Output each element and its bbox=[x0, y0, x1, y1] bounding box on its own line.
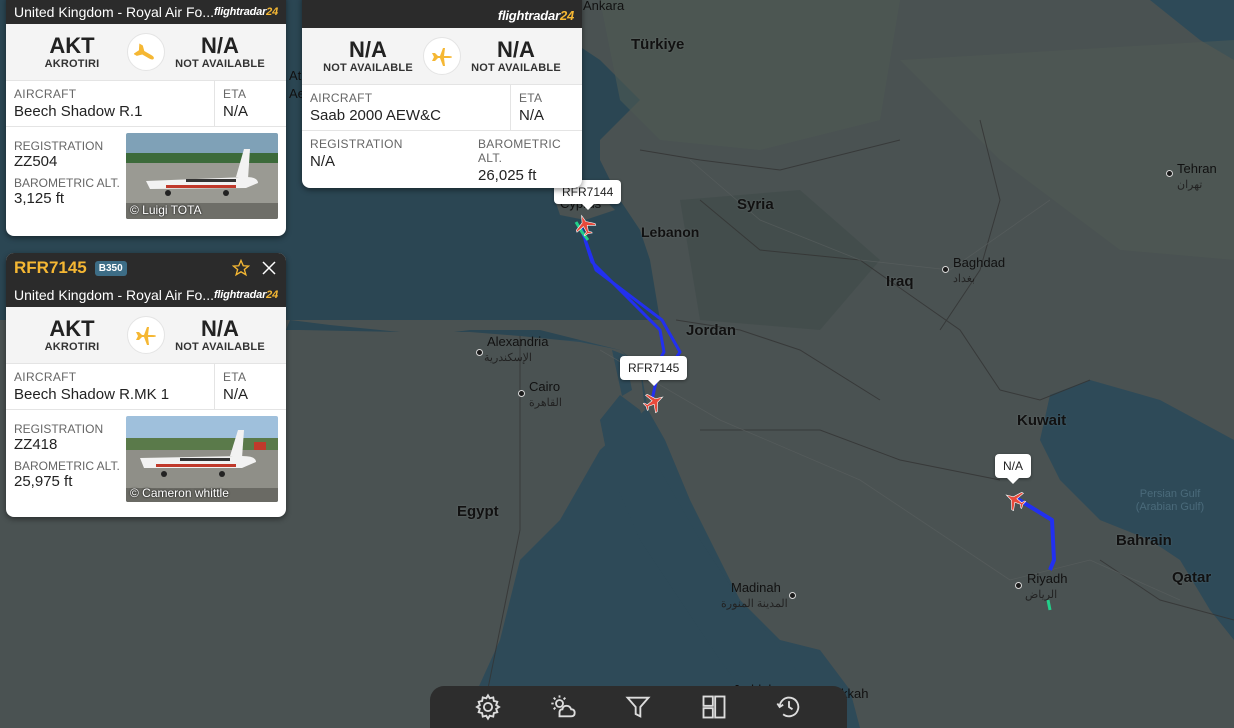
map-label-turkiye: Türkiye bbox=[631, 36, 685, 53]
flightradar24-logo: flightradar24 bbox=[213, 289, 278, 301]
card-header: flightradar24 bbox=[302, 0, 582, 28]
operator-name: United Kingdom - Royal Air Fo... bbox=[14, 287, 214, 303]
city-dot-tehran bbox=[1166, 170, 1173, 177]
card-header: RFR7145 B350 United Kingdom - Royal Air … bbox=[6, 253, 286, 307]
plane-enroute-icon bbox=[127, 316, 165, 354]
map-label-cairo-ar: القاهرة bbox=[529, 397, 562, 409]
map-label-riyadh: Riyadh bbox=[1027, 571, 1068, 586]
aircraft-value: Beech Shadow R.MK 1 bbox=[14, 386, 170, 403]
altitude-value: 25,975 ft bbox=[14, 473, 73, 490]
aircraft-type-badge: B350 bbox=[94, 260, 127, 276]
close-icon[interactable] bbox=[260, 259, 278, 282]
city-dot-riyadh bbox=[1015, 582, 1022, 589]
map-label-fragment-at: At bbox=[289, 68, 302, 83]
origin-airport[interactable]: N/A NOT AVAILABLE bbox=[318, 38, 418, 75]
registration-alt-block: REGISTRATION ZZ504 BAROMETRIC ALT. 3,125… bbox=[14, 133, 126, 219]
filter-icon[interactable] bbox=[620, 689, 656, 725]
route-summary: AKT AKROTIRI N/A NOT AVAILABLE bbox=[6, 24, 286, 81]
photo-credit: © Luigi TOTA bbox=[130, 203, 202, 217]
card-header: United Kingdom - Royal Air Fo... flightr… bbox=[6, 0, 286, 24]
registration-alt-block: REGISTRATION ZZ418 BAROMETRIC ALT. 25,97… bbox=[14, 416, 126, 502]
eta-field: ETA N/A bbox=[214, 364, 286, 409]
origin-airport[interactable]: AKT AKROTIRI bbox=[22, 317, 122, 354]
map-label-baghdad-ar: بغداد bbox=[953, 273, 976, 285]
map-label-madinah: Madinah bbox=[731, 580, 781, 595]
map-label-bahrain: Bahrain bbox=[1116, 532, 1172, 549]
bottom-toolbar bbox=[430, 686, 847, 728]
aircraft-photo[interactable]: © Luigi TOTA bbox=[126, 133, 278, 219]
origin-airport[interactable]: AKT AKROTIRI bbox=[22, 34, 122, 71]
route-summary: N/A NOT AVAILABLE N/A NOT AVAILABLE bbox=[302, 28, 582, 85]
map-label-alexandria: Alexandria bbox=[487, 334, 549, 349]
registration-value: ZZ418 bbox=[14, 436, 58, 453]
aircraft-photo[interactable]: © Cameron whittle bbox=[126, 416, 278, 502]
operator-name: United Kingdom - Royal Air Fo... bbox=[14, 4, 214, 20]
map-label-baghdad: Baghdad bbox=[953, 255, 1006, 270]
route-summary: AKT AKROTIRI N/A NOT AVAILABLE bbox=[6, 307, 286, 364]
map-label-madinah-ar: المدينة المنورة bbox=[721, 598, 788, 610]
map-label-ankara: Ankara bbox=[583, 0, 625, 13]
map-label-tehran-ar: تهران bbox=[1177, 179, 1203, 191]
registration-value: N/A bbox=[310, 153, 336, 170]
map-label-tehran: Tehran bbox=[1177, 161, 1217, 176]
settings-icon[interactable] bbox=[470, 689, 506, 725]
aircraft-value: Saab 2000 AEW&C bbox=[310, 107, 441, 124]
map-label-lebanon: Lebanon bbox=[641, 224, 700, 240]
flight-card-saab[interactable]: flightradar24 N/A NOT AVAILABLE N/A NOT … bbox=[302, 0, 582, 188]
map-label-jordan: Jordan bbox=[686, 322, 737, 339]
flight-card-zz504[interactable]: United Kingdom - Royal Air Fo... flightr… bbox=[6, 0, 286, 236]
eta-field: ETA N/A bbox=[510, 85, 582, 130]
map-label-iraq: Iraq bbox=[886, 273, 914, 290]
city-dot-alexandria bbox=[476, 349, 483, 356]
destination-airport[interactable]: N/A NOT AVAILABLE bbox=[170, 34, 270, 71]
aircraft-value: Beech Shadow R.1 bbox=[14, 103, 143, 120]
map-label-cairo: Cairo bbox=[529, 379, 561, 394]
map-label-persian-gulf: Persian Gulf (Arabian Gulf) bbox=[1135, 488, 1205, 513]
photo-credit: © Cameron whittle bbox=[130, 486, 229, 500]
plane-landing-icon bbox=[127, 33, 165, 71]
playback-icon[interactable] bbox=[771, 689, 807, 725]
destination-airport[interactable]: N/A NOT AVAILABLE bbox=[466, 38, 566, 75]
map-label-egypt: Egypt bbox=[457, 503, 499, 520]
altitude-value: 3,125 ft bbox=[14, 190, 65, 207]
city-dot-cairo bbox=[518, 390, 525, 397]
altitude-value: 26,025 ft bbox=[478, 167, 537, 184]
map-label-qatar: Qatar bbox=[1172, 569, 1212, 586]
altitude-field: BAROMETRIC ALT. 26,025 ft bbox=[470, 131, 582, 188]
callsign: RFR7145 bbox=[14, 258, 87, 277]
aircraft-field: AIRCRAFT Beech Shadow R.1 bbox=[6, 81, 214, 126]
map-label-kuwait: Kuwait bbox=[1017, 412, 1067, 429]
map-label-syria: Syria bbox=[737, 196, 774, 213]
map-label-alexandria-ar: الإسكندرية bbox=[484, 352, 532, 364]
aircraft-field: AIRCRAFT Beech Shadow R.MK 1 bbox=[6, 364, 214, 409]
weather-icon[interactable] bbox=[545, 689, 581, 725]
map-label-riyadh-ar: الرياض bbox=[1025, 589, 1058, 601]
city-dot-baghdad bbox=[942, 266, 949, 273]
widgets-icon[interactable] bbox=[696, 689, 732, 725]
flightradar24-logo: flightradar24 bbox=[213, 6, 278, 18]
favorite-star-icon[interactable] bbox=[231, 258, 251, 282]
aircraft-field: AIRCRAFT Saab 2000 AEW&C bbox=[302, 85, 510, 130]
flight-callout-rfr7145[interactable]: RFR7145 bbox=[620, 356, 688, 386]
eta-field: ETA N/A bbox=[214, 81, 286, 126]
registration-field: REGISTRATION N/A bbox=[302, 131, 470, 188]
city-dot-madinah bbox=[789, 592, 796, 599]
flight-card-rfr7145[interactable]: RFR7145 B350 United Kingdom - Royal Air … bbox=[6, 253, 286, 517]
flightradar24-logo: flightradar24 bbox=[497, 8, 574, 23]
plane-enroute-icon bbox=[423, 37, 461, 75]
flight-callout-na[interactable]: N/A bbox=[995, 454, 1032, 484]
registration-value: ZZ504 bbox=[14, 153, 58, 170]
destination-airport[interactable]: N/A NOT AVAILABLE bbox=[170, 317, 270, 354]
